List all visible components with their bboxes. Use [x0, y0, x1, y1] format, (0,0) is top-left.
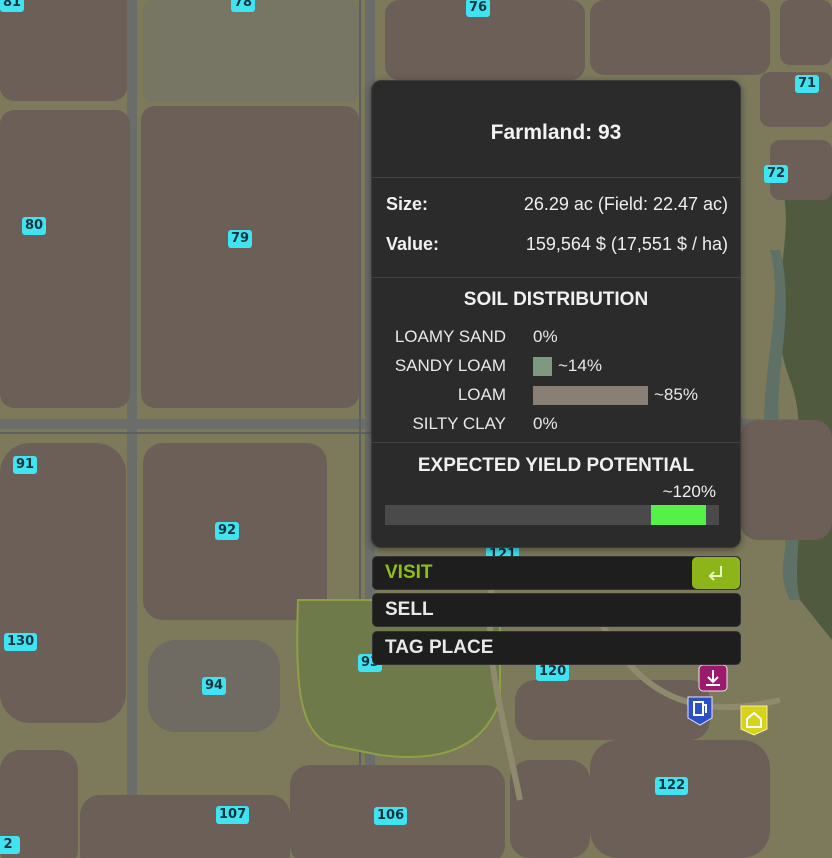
- soil-bar-sandy-loam: [533, 357, 552, 376]
- soil-name-sandy-loam: SANDY LOAM: [394, 356, 506, 375]
- field-label-76[interactable]: 76: [466, 0, 491, 17]
- fuel-pump-icon[interactable]: [685, 694, 715, 726]
- field-label-78[interactable]: 78: [231, 0, 256, 12]
- soil-value-silty-clay: 0%: [533, 414, 558, 433]
- download-icon[interactable]: [698, 664, 728, 694]
- field-label-79[interactable]: 79: [228, 230, 253, 248]
- field-label-72[interactable]: 72: [764, 165, 789, 183]
- field-label-92[interactable]: 92: [215, 522, 240, 540]
- value-label: Value:: [386, 234, 440, 254]
- value-value: 159,564 $ (17,551 $ / ha): [525, 234, 728, 254]
- field-label-130[interactable]: 130: [4, 633, 38, 651]
- field-label-2[interactable]: 2: [0, 836, 20, 854]
- soil-distribution-heading: SOIL DISTRIBUTION: [463, 289, 649, 310]
- tag-place-button[interactable]: TAG PLACE: [372, 631, 741, 665]
- field-label-91[interactable]: 91: [13, 456, 38, 474]
- farmland-info-panel: Farmland: 93 Size: 26.29 ac (Field: 22.4…: [371, 80, 741, 548]
- home-icon[interactable]: [739, 704, 769, 736]
- yield-potential-value: ~120%: [662, 482, 716, 501]
- sell-label: SELL: [385, 599, 434, 620]
- sell-button[interactable]: SELL: [372, 593, 741, 627]
- field-label-107[interactable]: 107: [216, 806, 250, 824]
- enter-key-icon[interactable]: [692, 557, 740, 589]
- size-label: Size:: [386, 194, 429, 214]
- field-label-94[interactable]: 94: [202, 677, 227, 695]
- soil-bar-loam: [533, 386, 648, 405]
- soil-name-silty-clay: SILTY CLAY: [412, 414, 506, 433]
- yield-potential-track: [385, 505, 719, 525]
- divider: [372, 177, 740, 178]
- soil-value-loam: ~85%: [654, 385, 698, 404]
- farmland-title: Farmland: 93: [490, 121, 622, 144]
- visit-button[interactable]: VISIT: [372, 556, 741, 590]
- soil-value-loamy-sand: 0%: [533, 327, 558, 346]
- field-label-71[interactable]: 71: [795, 75, 820, 93]
- divider: [372, 277, 740, 278]
- soil-name-loam: LOAM: [457, 385, 506, 404]
- field-label-80[interactable]: 80: [22, 217, 47, 235]
- soil-value-sandy-loam: ~14%: [558, 356, 602, 375]
- size-value: 26.29 ac (Field: 22.47 ac): [523, 194, 728, 214]
- tag-place-label: TAG PLACE: [385, 637, 494, 658]
- field-label-122[interactable]: 122: [655, 777, 689, 795]
- soil-name-loamy-sand: LOAMY SAND: [394, 327, 506, 346]
- divider: [372, 442, 740, 443]
- field-label-120[interactable]: 120: [536, 663, 570, 681]
- field-label-81[interactable]: 81: [0, 0, 25, 12]
- visit-label: VISIT: [385, 562, 433, 583]
- field-label-106[interactable]: 106: [374, 807, 408, 825]
- yield-potential-fill: [650, 505, 706, 525]
- yield-potential-heading: EXPECTED YIELD POTENTIAL: [417, 455, 695, 476]
